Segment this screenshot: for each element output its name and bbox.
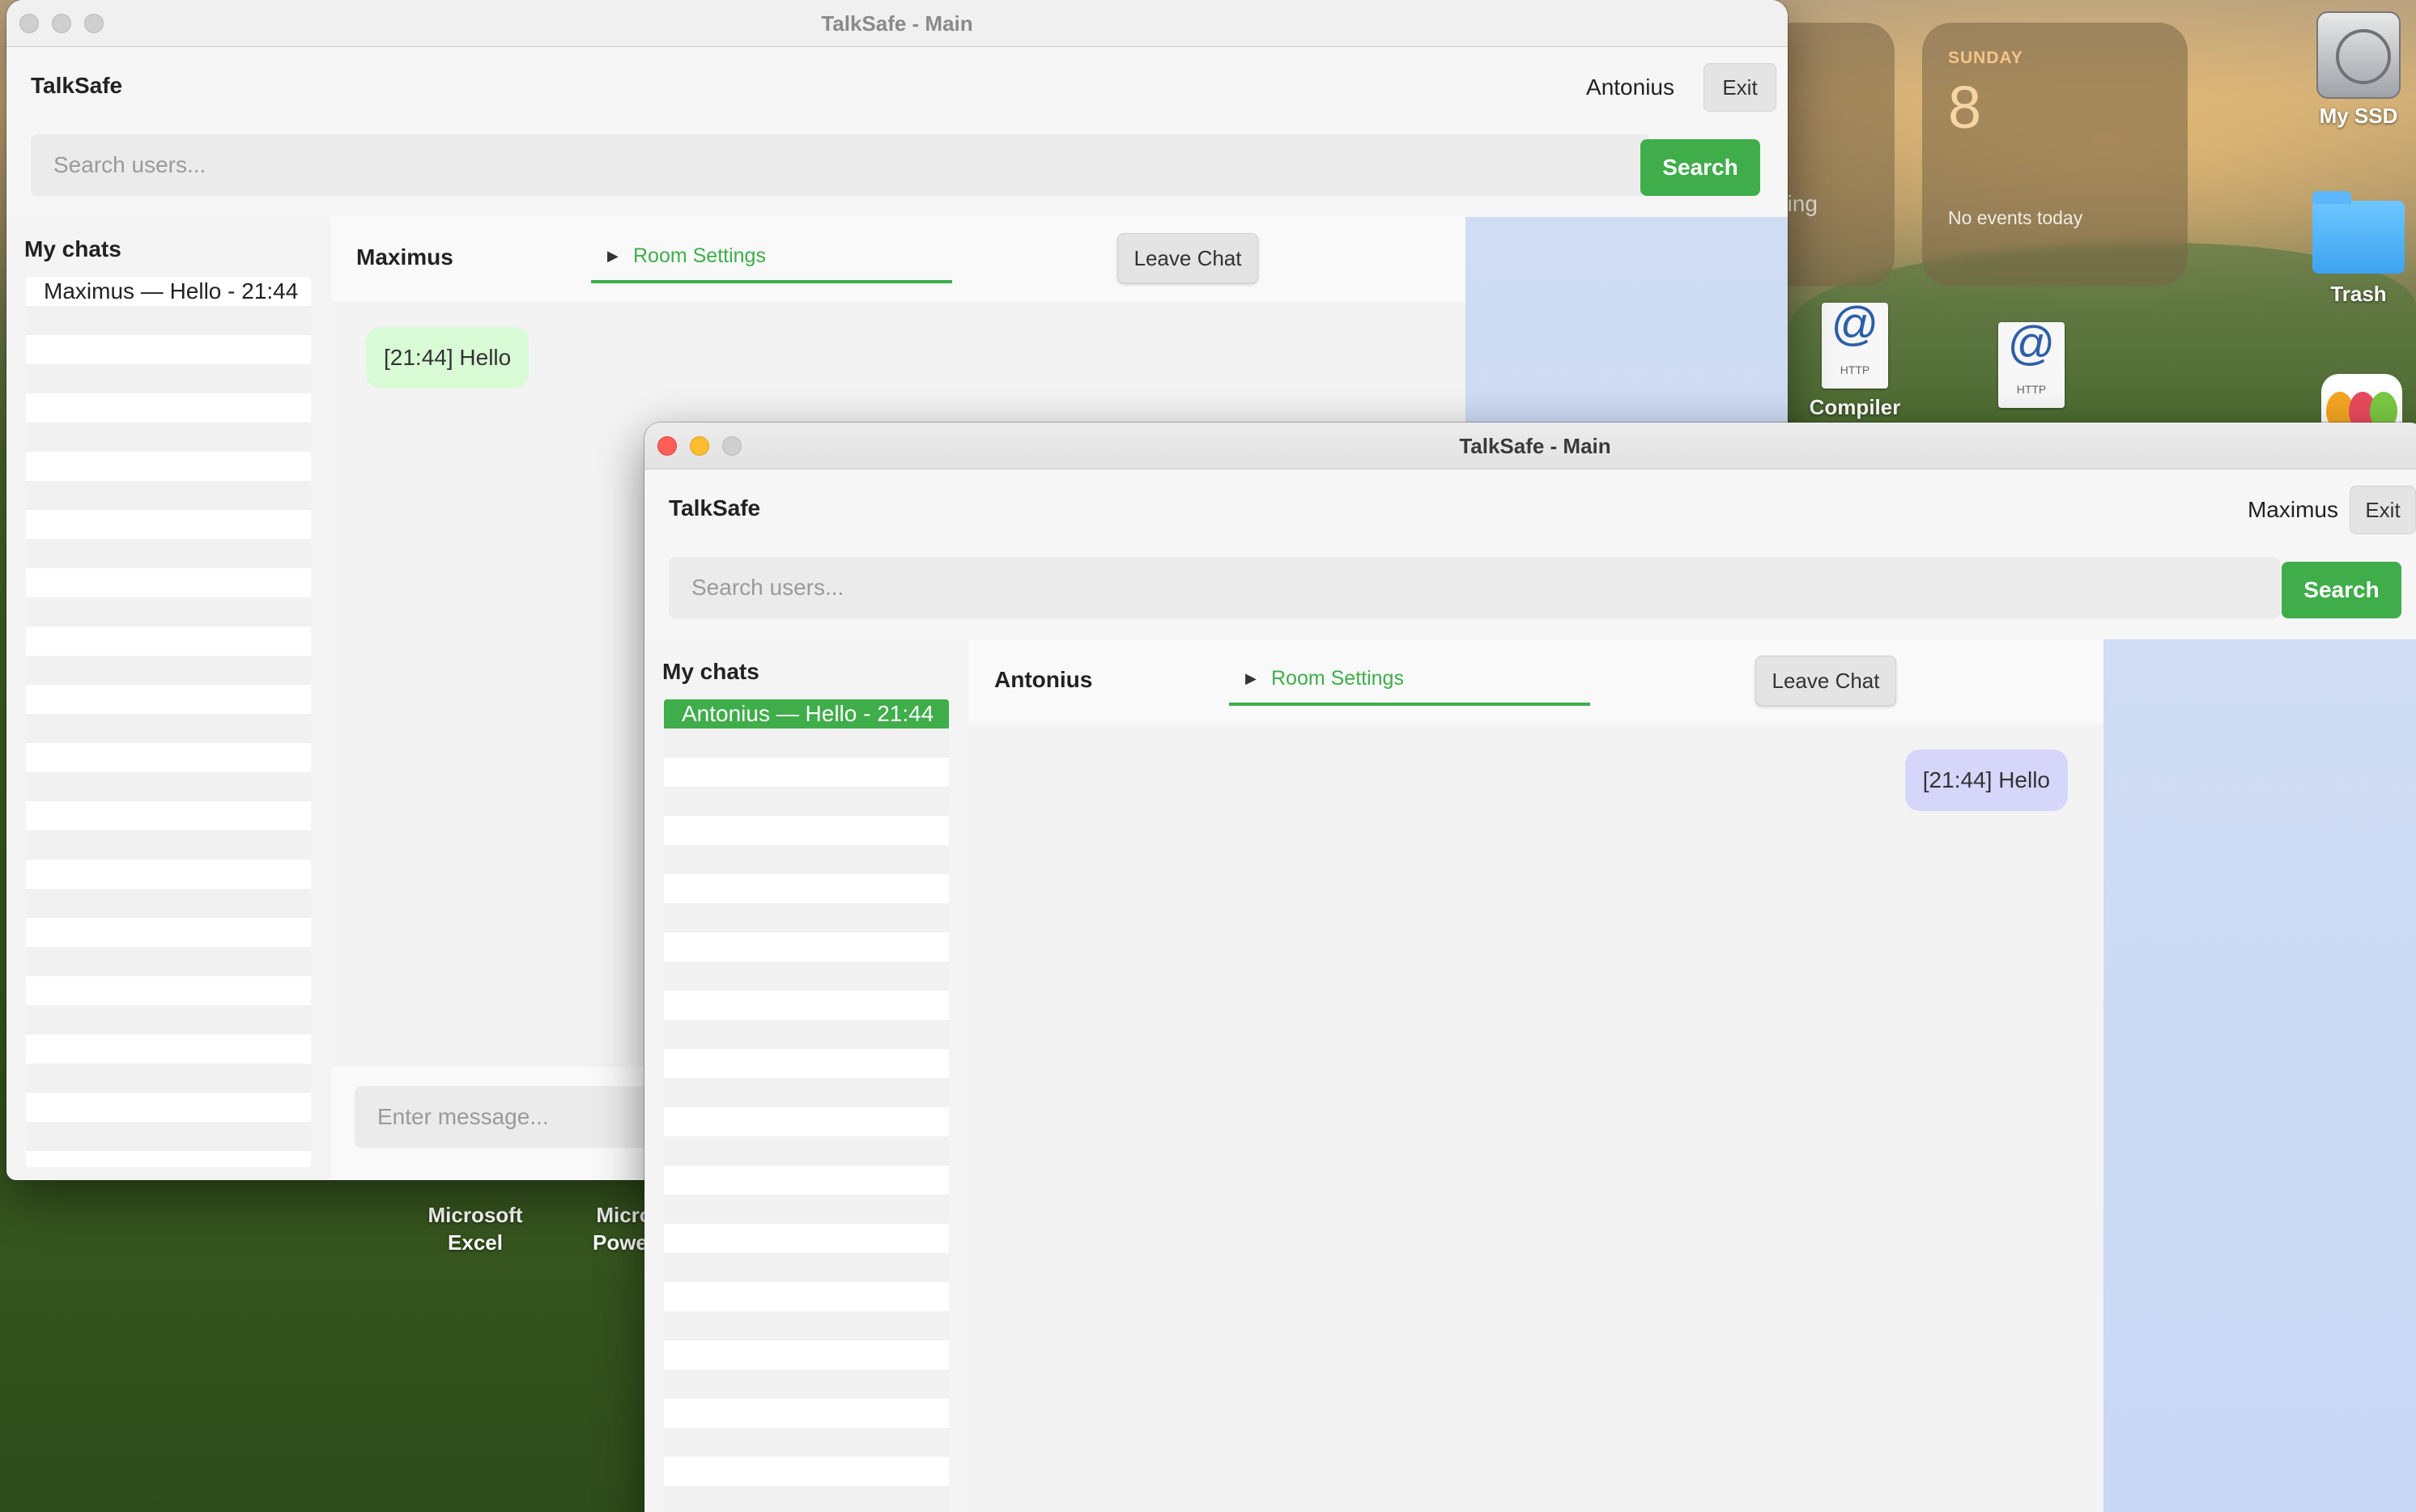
current-username: Antonius (1586, 74, 1674, 100)
minimize-window-button[interactable] (52, 14, 71, 33)
minimize-window-button[interactable] (690, 436, 709, 456)
chat-peer-name: Maximus (356, 244, 453, 270)
disclosure-triangle-icon: ▶ (1245, 670, 1257, 686)
chat-pane: Antonius ▶ Room Settings Leave Chat [21:… (968, 639, 2103, 1512)
chat-list-item[interactable]: Maximus — Hello - 21:44 (26, 277, 311, 306)
chat-list-item-selected[interactable]: Antonius — Hello - 21:44 (664, 699, 949, 728)
desktop-icon-label: Trash (2330, 282, 2387, 306)
desktop-icon-photos[interactable] (2301, 374, 2416, 423)
search-users-input[interactable] (31, 134, 1650, 196)
room-settings-toggle[interactable]: ▶ Room Settings (591, 235, 952, 283)
window-title: TalkSafe - Main (821, 11, 973, 36)
desktop-icon-label: My SSD (2319, 104, 2398, 128)
hard-drive-icon (2316, 11, 2401, 99)
folder-icon (2312, 191, 2405, 274)
room-settings-label: Room Settings (633, 244, 766, 267)
window-side-panel (2103, 639, 2416, 1512)
app-header: TalkSafe Antonius Exit (6, 47, 1788, 128)
close-window-button[interactable] (19, 14, 39, 33)
chat-peer-name: Antonius (994, 667, 1093, 692)
calendar-date: 8 (1948, 74, 1982, 141)
app-brand: TalkSafe (31, 73, 123, 98)
app-header: TalkSafe Maximus Exit (644, 469, 2416, 550)
chats-sidebar: My chats Antonius — Hello - 21:44 (644, 639, 967, 1512)
http-document-icon: @ HTTP (1998, 321, 2065, 408)
window-controls (657, 436, 742, 456)
close-window-button[interactable] (657, 436, 677, 456)
chat-list[interactable]: Maximus — Hello - 21:44 (26, 277, 311, 1167)
desktop-icon-my-ssd[interactable]: My SSD (2298, 11, 2416, 130)
calendar-day: SUNDAY (1948, 49, 2023, 67)
desktop-icon-label: Compiler (1809, 395, 1901, 419)
desktop-icon-microsoft-excel[interactable]: Microsoft Excel (415, 1201, 536, 1256)
photos-icon (2321, 374, 2402, 423)
talksafe-window-maximus[interactable]: TalkSafe - Main TalkSafe Maximus Exit Se… (644, 423, 2416, 1512)
chat-header: Maximus ▶ Room Settings Leave Chat (330, 217, 1465, 301)
calendar-events: No events today (1948, 207, 2083, 228)
leave-chat-button[interactable]: Leave Chat (1755, 656, 1896, 706)
chat-header: Antonius ▶ Room Settings Leave Chat (968, 639, 2103, 724)
desktop-icon-trash[interactable]: Trash (2298, 191, 2416, 308)
calendar-widget[interactable]: SUNDAY 8 No events today (1922, 23, 2188, 287)
message-area[interactable]: [21:44] Hello (968, 724, 2103, 1512)
zoom-window-button[interactable] (84, 14, 104, 33)
desktop-icon-compiler[interactable]: @ HTTP Compiler (1794, 301, 1916, 421)
http-document-icon: @ HTTP (1822, 301, 1888, 389)
window-titlebar[interactable]: TalkSafe - Main (6, 0, 1788, 47)
search-button[interactable]: Search (1640, 139, 1760, 196)
disclosure-triangle-icon: ▶ (607, 248, 619, 264)
chat-list[interactable]: Antonius — Hello - 21:44 (664, 699, 949, 1512)
window-titlebar[interactable]: TalkSafe - Main (644, 423, 2416, 469)
room-settings-toggle[interactable]: ▶ Room Settings (1229, 657, 1590, 706)
search-users-input[interactable] (669, 557, 2280, 618)
sidebar-title: My chats (24, 236, 121, 261)
sidebar-title: My chats (662, 659, 759, 684)
desktop-icon-label: Excel (448, 1230, 503, 1255)
user-search-bar: Search (6, 128, 1788, 217)
room-settings-label: Room Settings (1271, 667, 1404, 690)
exit-button[interactable]: Exit (1704, 63, 1776, 112)
message-bubble: [21:44] Hello (366, 327, 530, 389)
app-brand: TalkSafe (669, 495, 761, 520)
desktop-icon-http-document[interactable]: @ HTTP (1971, 321, 2092, 413)
desktop-icon-label: Microsoft (427, 1203, 523, 1227)
message-bubble: [21:44] Hello (1904, 750, 2068, 811)
chats-sidebar: My chats Maximus — Hello - 21:44 (6, 217, 329, 1180)
search-button[interactable]: Search (2282, 562, 2401, 618)
zoom-window-button[interactable] (722, 436, 742, 456)
exit-button[interactable]: Exit (2350, 486, 2416, 534)
leave-chat-button[interactable]: Leave Chat (1117, 233, 1258, 283)
window-controls (19, 14, 104, 33)
user-search-bar: Search (644, 550, 2416, 639)
current-username: Maximus (2247, 497, 2338, 522)
window-title: TalkSafe - Main (1459, 434, 1611, 458)
